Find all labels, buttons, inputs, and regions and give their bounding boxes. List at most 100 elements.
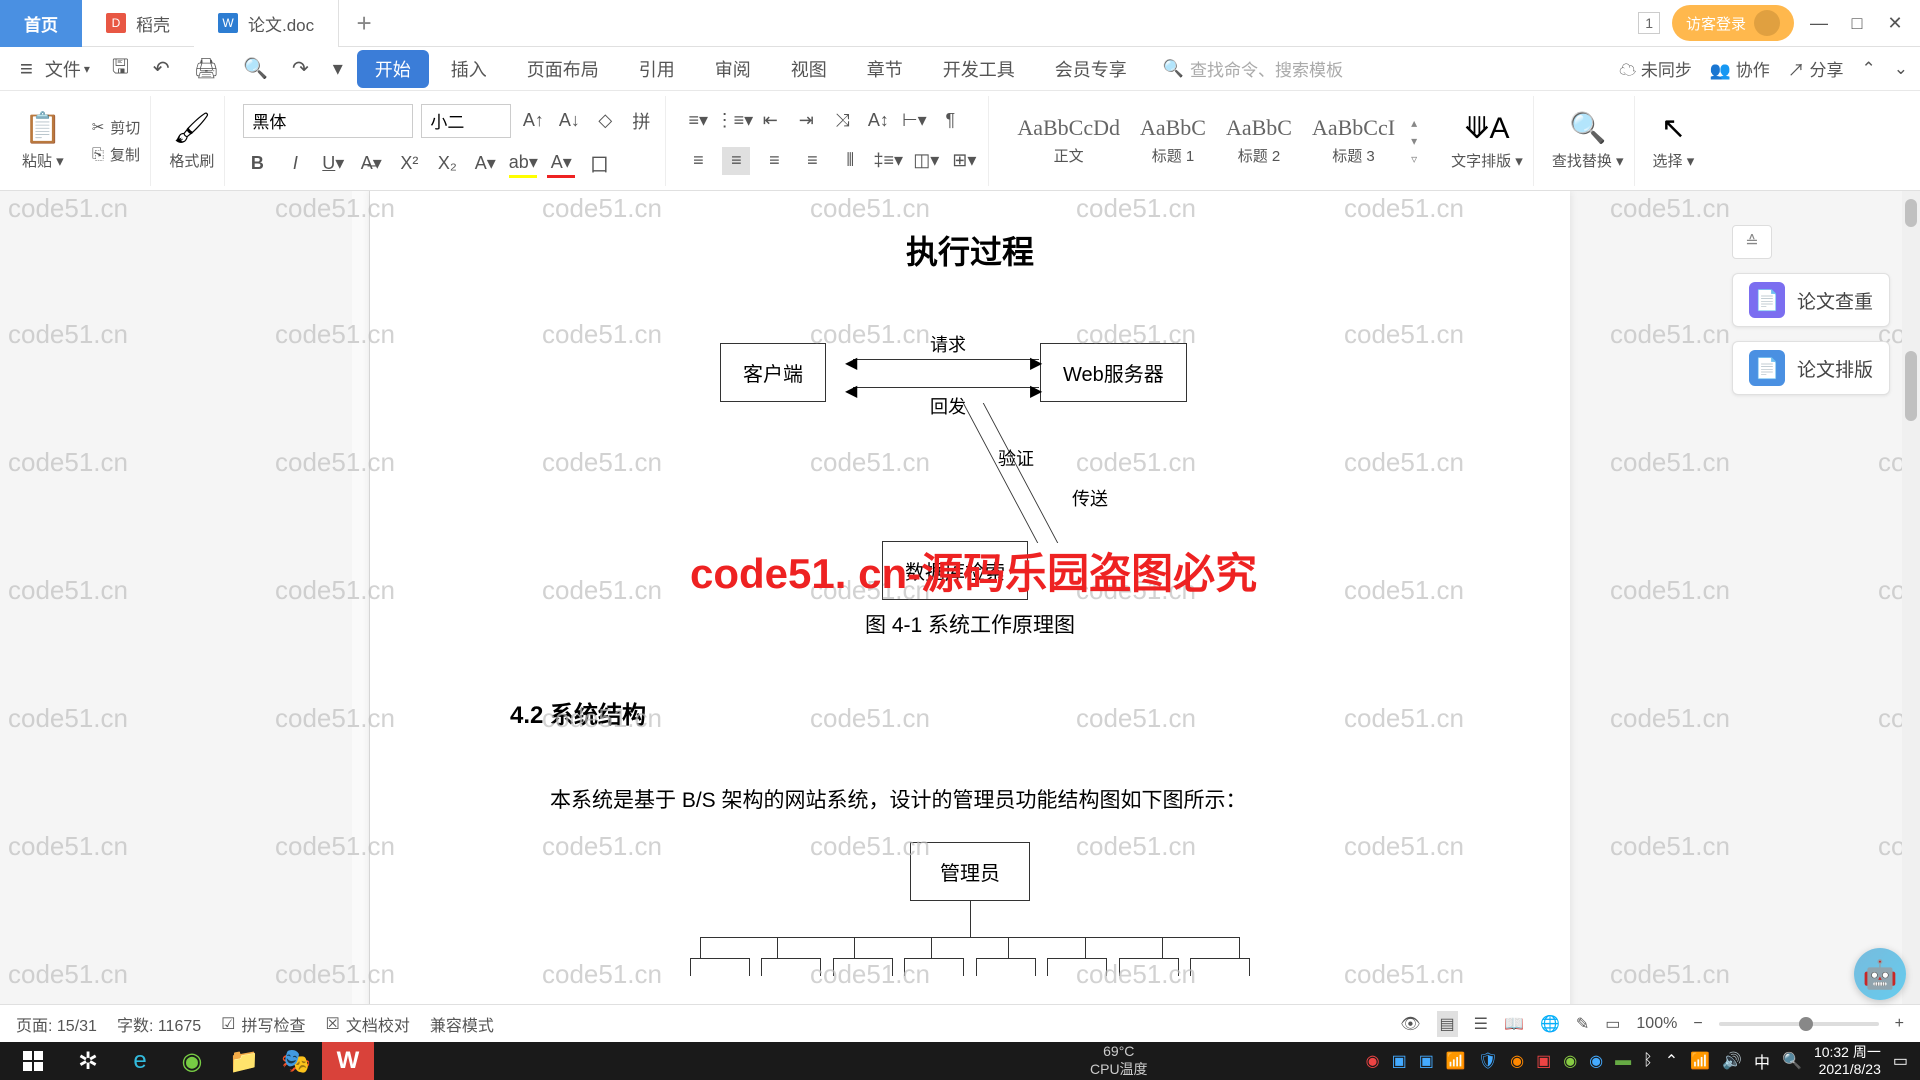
word-count[interactable]: 字数: 11675 xyxy=(117,1012,201,1036)
vertical-scrollbar[interactable] xyxy=(1902,191,1920,1042)
distribute-icon[interactable]: ⫴ xyxy=(836,147,864,175)
zoom-in-button[interactable]: + xyxy=(1895,1015,1904,1033)
guest-login-button[interactable]: 访客登录 xyxy=(1672,5,1794,41)
number-list-icon[interactable]: ⋮≡▾ xyxy=(720,107,748,135)
line-spacing-icon[interactable]: ‡≡▾ xyxy=(874,147,902,175)
style-heading2[interactable]: AaBbC标题 2 xyxy=(1216,111,1302,170)
tray-icon-1[interactable]: ◉ xyxy=(1366,1051,1380,1071)
tray-clock[interactable]: 10:32 周一2021/8/23 xyxy=(1814,1044,1881,1078)
strikethrough-button[interactable]: A̶▾ xyxy=(357,150,385,178)
bullet-list-icon[interactable]: ≡▾ xyxy=(684,107,712,135)
show-marks-icon[interactable]: ¶ xyxy=(936,107,964,135)
tray-notifications-icon[interactable]: ▭ xyxy=(1893,1051,1908,1071)
style-more-icon[interactable]: ▿ xyxy=(1411,152,1417,166)
paper-layout-button[interactable]: 📄论文排版 xyxy=(1732,341,1890,395)
tray-icon-6[interactable]: ◉ xyxy=(1510,1051,1524,1071)
hamburger-icon[interactable]: ≡ xyxy=(12,56,41,82)
find-replace-icon[interactable]: 🔍 xyxy=(1569,111,1606,146)
menu-review[interactable]: 审阅 xyxy=(697,56,769,82)
qat-undo-icon[interactable]: ↶ xyxy=(143,56,180,81)
reading-view-icon[interactable]: 📖 xyxy=(1504,1014,1524,1034)
coop-button[interactable]: 👥 协作 xyxy=(1710,56,1770,81)
outdent-icon[interactable]: ⇤ xyxy=(756,107,784,135)
paper-check-button[interactable]: 📄论文查重 xyxy=(1732,273,1890,327)
tray-icon-5[interactable]: 🛡 xyxy=(1478,1051,1498,1071)
ribbon-expand-icon[interactable]: ⌄ xyxy=(1894,59,1908,79)
start-button[interactable] xyxy=(4,1042,62,1080)
assistant-bubble[interactable]: 🤖 xyxy=(1854,948,1906,1000)
font-color-button[interactable]: A▾ xyxy=(547,150,575,178)
style-heading1[interactable]: AaBbC标题 1 xyxy=(1130,111,1216,170)
tray-icon-10[interactable]: ▬ xyxy=(1615,1052,1631,1070)
borders-icon[interactable]: ⊞▾ xyxy=(950,147,978,175)
unsync-button[interactable]: ☁ 未同步 xyxy=(1619,56,1692,81)
tray-icon-3[interactable]: ▣ xyxy=(1419,1051,1434,1071)
tray-icon-9[interactable]: ◉ xyxy=(1589,1051,1603,1071)
font-family-select[interactable] xyxy=(243,104,413,138)
page-view-icon[interactable]: ▤ xyxy=(1437,1011,1458,1037)
italic-button[interactable]: I xyxy=(281,150,309,178)
taskbar-explorer[interactable]: 📁 xyxy=(218,1042,270,1080)
zoom-out-button[interactable]: − xyxy=(1693,1015,1702,1033)
asian-layout-icon[interactable]: ⤨ xyxy=(828,107,856,135)
format-painter-icon[interactable]: 🖌 xyxy=(173,111,211,146)
maximize-button[interactable]: □ xyxy=(1844,13,1870,34)
qat-preview-icon[interactable]: 🔍 xyxy=(233,56,278,81)
tray-icon-4[interactable]: 📶 xyxy=(1446,1051,1466,1071)
outline-view-icon[interactable]: ☰ xyxy=(1474,1014,1488,1034)
select-icon[interactable]: ↖ xyxy=(1661,111,1686,146)
align-justify-icon[interactable]: ≡ xyxy=(798,147,826,175)
tab-daoke[interactable]: D稻壳 xyxy=(82,0,194,47)
tab-document[interactable]: W论文.doc xyxy=(194,0,339,47)
qat-save-icon[interactable]: 🖫 xyxy=(102,52,139,86)
spell-check-button[interactable]: ☑ 拼写检查 xyxy=(221,1012,305,1036)
tray-wifi-icon[interactable]: 📶 xyxy=(1690,1051,1710,1071)
superscript-button[interactable]: X² xyxy=(395,150,423,178)
qat-redo-icon[interactable]: ↷ xyxy=(282,56,319,81)
tray-icon-2[interactable]: ▣ xyxy=(1392,1051,1407,1071)
close-button[interactable]: ✕ xyxy=(1882,13,1908,34)
menu-view[interactable]: 视图 xyxy=(773,56,845,82)
doc-check-button[interactable]: ☒ 文档校对 xyxy=(326,1012,410,1036)
menu-chapter[interactable]: 章节 xyxy=(849,56,921,82)
font-size-select[interactable] xyxy=(421,104,511,138)
zoom-thumb[interactable] xyxy=(1799,1017,1813,1031)
cut-button[interactable]: ✂ 剪切 xyxy=(92,117,141,138)
style-prev-icon[interactable]: ▴ xyxy=(1411,116,1417,130)
char-border-button[interactable]: 囗 xyxy=(585,150,613,178)
menu-reference[interactable]: 引用 xyxy=(621,56,693,82)
web-view-icon[interactable]: 🌐 xyxy=(1540,1014,1560,1034)
paste-icon[interactable]: 📋 xyxy=(24,111,61,146)
cpu-temp[interactable]: 69°CCPU温度 xyxy=(1090,1043,1148,1079)
phonetic-icon[interactable]: 拼 xyxy=(627,107,655,135)
qat-print-icon[interactable]: 🖨 xyxy=(184,56,229,81)
tray-icon-8[interactable]: ◉ xyxy=(1563,1051,1577,1071)
taskbar-wps[interactable]: W xyxy=(322,1042,374,1080)
tab-add-button[interactable]: + xyxy=(339,8,389,39)
align-center-icon[interactable]: ≡ xyxy=(722,147,750,175)
taskbar-app-2[interactable]: 🎭 xyxy=(270,1042,322,1080)
tray-volume-icon[interactable]: 🔊 xyxy=(1722,1051,1742,1071)
underline-button[interactable]: U▾ xyxy=(319,150,347,178)
scrollbar-thumb[interactable] xyxy=(1905,351,1917,421)
taskbar-ie[interactable]: e xyxy=(114,1042,166,1080)
grow-font-icon[interactable]: A↑ xyxy=(519,107,547,135)
zoom-slider[interactable] xyxy=(1719,1022,1879,1026)
menu-page-layout[interactable]: 页面布局 xyxy=(509,56,617,82)
highlight-button[interactable]: ab▾ xyxy=(509,150,537,178)
bold-button[interactable]: B xyxy=(243,150,271,178)
minimize-button[interactable]: — xyxy=(1806,13,1832,34)
ribbon-collapse-icon[interactable]: ⌃ xyxy=(1862,59,1876,79)
tray-ime[interactable]: 中 xyxy=(1754,1049,1770,1073)
text-layout-icon[interactable]: ⟱A xyxy=(1464,111,1509,146)
fit-width-icon[interactable]: ▭ xyxy=(1605,1014,1620,1034)
align-left-icon[interactable]: ≡ xyxy=(684,147,712,175)
zoom-value[interactable]: 100% xyxy=(1636,1015,1677,1033)
annotate-icon[interactable]: ✎ xyxy=(1576,1014,1589,1034)
style-next-icon[interactable]: ▾ xyxy=(1411,134,1417,148)
side-toggle-icon[interactable]: ≙ xyxy=(1732,225,1772,259)
taskbar-app-1[interactable]: ✲ xyxy=(62,1042,114,1080)
tabstop-icon[interactable]: ⊢▾ xyxy=(900,107,928,135)
subscript-button[interactable]: X₂ xyxy=(433,150,461,178)
tray-search-icon[interactable]: 🔍 xyxy=(1782,1051,1802,1071)
